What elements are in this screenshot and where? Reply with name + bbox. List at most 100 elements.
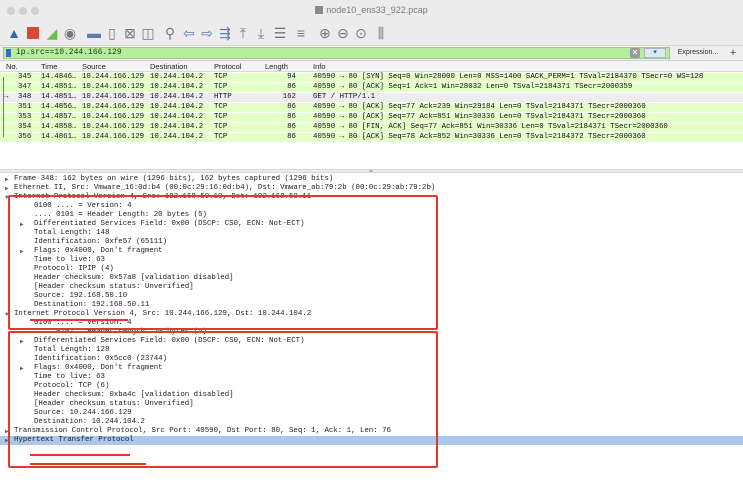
cell-source: 10.244.166.129 — [82, 113, 145, 121]
highlight-box-outer-ip — [8, 195, 438, 330]
stop-icon[interactable] — [27, 27, 39, 39]
zoom-out-icon[interactable]: ⊖ — [335, 25, 351, 41]
underline-outer-destination — [30, 328, 150, 330]
cell-time: 14.4861… — [41, 133, 77, 141]
table-row[interactable]: 356 14.4861… 10.244.166.129 10.244.104.2 TCP… — [0, 133, 743, 142]
forward-icon[interactable]: ⇨ — [199, 25, 215, 41]
first-icon[interactable]: ⤒ — [235, 25, 251, 41]
cell-destination: 10.244.104.2 — [150, 103, 204, 111]
table-row[interactable]: 345 14.4846… 10.244.166.129 10.244.104.2 TCP… — [0, 73, 743, 82]
detail-row[interactable]: ▶ Frame 348: 162 bytes on wire (1296 bits… — [0, 175, 743, 184]
cell-source: 10.244.166.129 — [82, 83, 145, 91]
bookmark-icon[interactable] — [6, 49, 11, 57]
cell-time: 14.4846… — [41, 73, 77, 81]
save-icon[interactable]: ▯ — [104, 25, 120, 41]
column-header-source[interactable]: Source — [82, 62, 106, 71]
column-header-protocol[interactable]: Protocol — [214, 62, 242, 71]
cell-source: 10.244.166.129 — [82, 133, 145, 141]
cell-protocol: TCP — [214, 73, 228, 81]
find-icon[interactable]: ⚲ — [162, 25, 178, 41]
main-toolbar: ▲ ◢ ◉ ▬ ▯ ⊠ ◫ ⚲ ⇦ ⇨ ⇶ ⤒ ⤓ ☰ ≡ ⊕ ⊖ ⊙ ⫼ — [0, 22, 743, 46]
collapsed-arrow-icon[interactable]: ▶ — [5, 184, 9, 193]
cell-no: 354 — [18, 123, 32, 131]
highlight-box-inner-ip — [8, 331, 438, 468]
window-title-text: node10_ens33_922.pcap — [326, 5, 428, 15]
packet-list-header: No. Time Source Destination Protocol Len… — [0, 61, 743, 72]
display-filter-input[interactable]: ip.src==10.244.166.129 — [3, 47, 670, 59]
window-title: node10_ens33_922.pcap — [0, 5, 743, 15]
expression-button[interactable]: Expression... — [673, 47, 723, 59]
clear-filter-button[interactable]: ✕ — [630, 48, 640, 58]
cell-no: 351 — [18, 103, 32, 111]
table-row[interactable]: 348 14.4851… 10.244.166.129 10.244.104.2 HTT… — [0, 93, 743, 102]
cell-length: 86 — [287, 113, 296, 121]
column-header-time[interactable]: Time — [41, 62, 57, 71]
cell-no: 353 — [18, 113, 32, 121]
detail-row[interactable]: ▶ Ethernet II, Src: Vmware_16:0d:b4 (00:0… — [0, 184, 743, 193]
colorize-icon[interactable]: ≡ — [293, 25, 309, 41]
cell-protocol: TCP — [214, 133, 228, 141]
zoom-reset-icon[interactable]: ⊙ — [353, 25, 369, 41]
table-row[interactable]: 354 14.4858… 10.244.166.129 10.244.104.2 TCP… — [0, 123, 743, 132]
table-row[interactable]: 347 14.4851… 10.244.166.129 10.244.104.2 TCP… — [0, 83, 743, 92]
reload-icon[interactable]: ◫ — [140, 25, 156, 41]
filter-dropdown-button[interactable]: ▾ — [644, 48, 666, 58]
packet-details-pane: ▶ Frame 348: 162 bytes on wire (1296 bits… — [0, 173, 743, 483]
packet-list-empty-area — [0, 149, 743, 169]
last-icon[interactable]: ⤓ — [253, 25, 269, 41]
display-filter-bar: ip.src==10.244.166.129 ✕ ▾ Expression...… — [0, 46, 743, 61]
goto-icon[interactable]: ⇶ — [217, 25, 233, 41]
underline-outer-source — [30, 319, 128, 321]
add-filter-button[interactable]: + — [726, 46, 740, 60]
cell-destination: 10.244.104.2 — [150, 133, 204, 141]
column-header-destination[interactable]: Destination — [150, 62, 188, 71]
collapsed-arrow-icon[interactable]: ▶ — [5, 175, 9, 184]
autoscroll-icon[interactable]: ☰ — [272, 25, 288, 41]
column-header-length[interactable]: Length — [265, 62, 288, 71]
cell-time: 14.4851… — [41, 83, 77, 91]
conversation-bracket-icon — [3, 77, 7, 137]
packet-list: No. Time Source Destination Protocol Len… — [0, 61, 743, 169]
cell-info: 40590 → 80 [FIN, ACK] Seq=77 Ack=851 Win… — [313, 123, 668, 131]
cell-source: 10.244.166.129 — [82, 103, 145, 111]
cell-destination: 10.244.104.2 — [150, 83, 204, 91]
back-icon[interactable]: ⇦ — [181, 25, 197, 41]
shark-fin-icon[interactable]: ▲ — [6, 25, 22, 41]
title-bar: node10_ens33_922.pcap — [0, 0, 743, 22]
cell-protocol: TCP — [214, 123, 228, 131]
cell-length: 86 — [287, 123, 296, 131]
cell-time: 14.4858… — [41, 123, 77, 131]
table-row[interactable]: 353 14.4857… 10.244.166.129 10.244.104.2 TCP… — [0, 113, 743, 122]
zoom-in-icon[interactable]: ⊕ — [317, 25, 333, 41]
column-header-info[interactable]: Info — [313, 62, 326, 71]
close-file-icon[interactable]: ⊠ — [122, 25, 138, 41]
cell-info: 40590 → 80 [ACK] Seq=77 Ack=239 Win=2918… — [313, 103, 646, 111]
cell-destination: 10.244.104.2 — [150, 123, 204, 131]
cell-info: GET / HTTP/1.1 — [313, 93, 376, 101]
cell-destination: 10.244.104.2 — [150, 93, 204, 101]
cell-info: 40590 → 80 [ACK] Seq=78 Ack=852 Win=3033… — [313, 133, 646, 141]
cell-no: 345 — [18, 73, 32, 81]
resize-columns-icon[interactable]: ⫼ — [373, 25, 389, 41]
cell-source: 10.244.166.129 — [82, 73, 145, 81]
options-icon[interactable]: ◉ — [62, 25, 78, 41]
open-icon[interactable]: ▬ — [86, 25, 102, 41]
display-filter-value: ip.src==10.244.166.129 — [16, 48, 122, 57]
detail-text: Frame 348: 162 bytes on wire (1296 bits)… — [14, 175, 334, 183]
cell-no: 348 — [18, 93, 32, 101]
cell-time: 14.4851… — [41, 93, 77, 101]
restart-icon[interactable]: ◢ — [44, 25, 60, 41]
cell-time: 14.4857… — [41, 113, 77, 121]
splitter-grip-icon — [369, 170, 373, 172]
table-row[interactable]: 351 14.4856… 10.244.166.129 10.244.104.2 TCP… — [0, 103, 743, 112]
underline-inner-destination — [30, 463, 146, 465]
cell-destination: 10.244.104.2 — [150, 73, 204, 81]
cell-info: 40590 → 80 [ACK] Seq=77 Ack=851 Win=3033… — [313, 113, 646, 121]
detail-text: Ethernet II, Src: Vmware_16:0d:b4 (00:0c… — [14, 184, 436, 192]
cell-length: 162 — [282, 93, 296, 101]
cell-length: 86 — [287, 83, 296, 91]
cell-length: 94 — [287, 73, 296, 81]
cell-info: 40590 → 80 [SYN] Seq=0 Win=28000 Len=0 M… — [313, 73, 704, 81]
column-header-no[interactable]: No. — [6, 62, 18, 71]
cell-source: 10.244.166.129 — [82, 123, 145, 131]
